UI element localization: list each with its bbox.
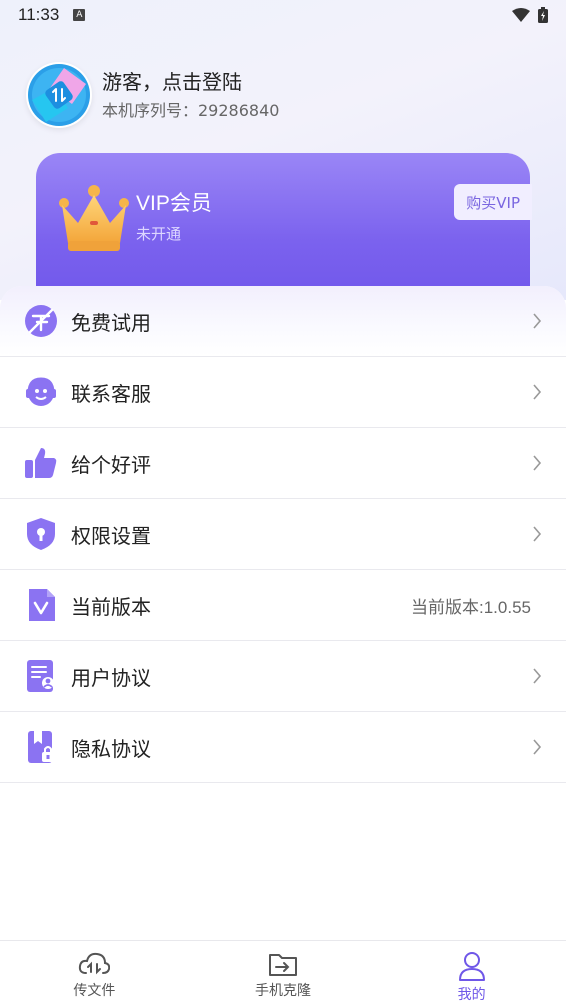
crown-icon	[59, 185, 129, 251]
vip-title: VIP会员	[136, 192, 212, 215]
free-trial-icon	[24, 304, 58, 338]
tab-label: 手机克隆	[255, 983, 311, 999]
menu-label: 免费试用	[71, 310, 151, 335]
menu-label: 当前版本	[71, 594, 151, 619]
version-value: 当前版本:1.0.55	[411, 597, 531, 617]
chevron-right-icon	[533, 384, 542, 400]
tab-label: 我的	[457, 987, 486, 1003]
menu-item-customer-service[interactable]: 联系客服	[0, 357, 566, 428]
customer-service-icon	[24, 375, 58, 409]
cloud-transfer-icon	[79, 952, 111, 975]
menu-label: 权限设置	[71, 523, 151, 548]
folder-transfer-icon	[269, 954, 297, 976]
settings-menu: 免费试用 联系客服 给个好评 权限设置 当前版本 当前版本:1.0.55 用户协…	[0, 286, 566, 783]
vip-status: 未开通	[136, 225, 182, 243]
menu-item-user-agreement[interactable]: 用户协议	[0, 641, 566, 712]
buy-vip-button[interactable]: 购买VIP	[454, 184, 532, 220]
login-prompt[interactable]: 游客，点击登陆	[102, 68, 279, 96]
chevron-right-icon	[533, 455, 542, 471]
avatar[interactable]	[26, 62, 92, 128]
notification-a-icon: A	[73, 9, 86, 21]
menu-label: 隐私协议	[71, 736, 151, 761]
chevron-right-icon	[533, 526, 542, 542]
person-icon	[458, 952, 485, 981]
menu-item-rate-us[interactable]: 给个好评	[0, 428, 566, 499]
tab-transfer-files[interactable]: 传文件	[0, 941, 189, 1008]
menu-item-free-trial[interactable]: 免费试用	[0, 286, 566, 357]
menu-label: 给个好评	[71, 452, 151, 477]
menu-item-version[interactable]: 当前版本 当前版本:1.0.55	[0, 570, 566, 641]
menu-label: 联系客服	[71, 381, 151, 406]
app-logo-icon	[28, 64, 90, 126]
battery-icon	[538, 7, 548, 23]
status-time: 11:33	[18, 5, 60, 24]
device-serial: 本机序列号：29286840	[102, 101, 280, 120]
menu-item-privacy[interactable]: 隐私协议	[0, 712, 566, 783]
privacy-icon	[24, 730, 58, 764]
chevron-right-icon	[533, 739, 542, 755]
menu-label: 用户协议	[71, 665, 151, 690]
shield-icon	[24, 517, 58, 551]
wifi-icon	[512, 8, 530, 22]
tab-phone-clone[interactable]: 手机克隆	[189, 941, 378, 1008]
menu-item-permissions[interactable]: 权限设置	[0, 499, 566, 570]
tab-label: 传文件	[73, 983, 116, 999]
chevron-right-icon	[533, 313, 542, 329]
chevron-right-icon	[533, 668, 542, 684]
profile-header[interactable]: 游客，点击登陆 本机序列号：29286840	[26, 62, 279, 128]
bottom-tab-bar: 传文件 手机克隆 我的	[0, 940, 566, 1008]
thumbs-up-icon	[24, 446, 58, 480]
version-icon	[24, 588, 58, 622]
user-agreement-icon	[24, 659, 58, 693]
tab-mine[interactable]: 我的	[377, 941, 566, 1008]
status-bar: 11:33 A	[0, 0, 566, 30]
